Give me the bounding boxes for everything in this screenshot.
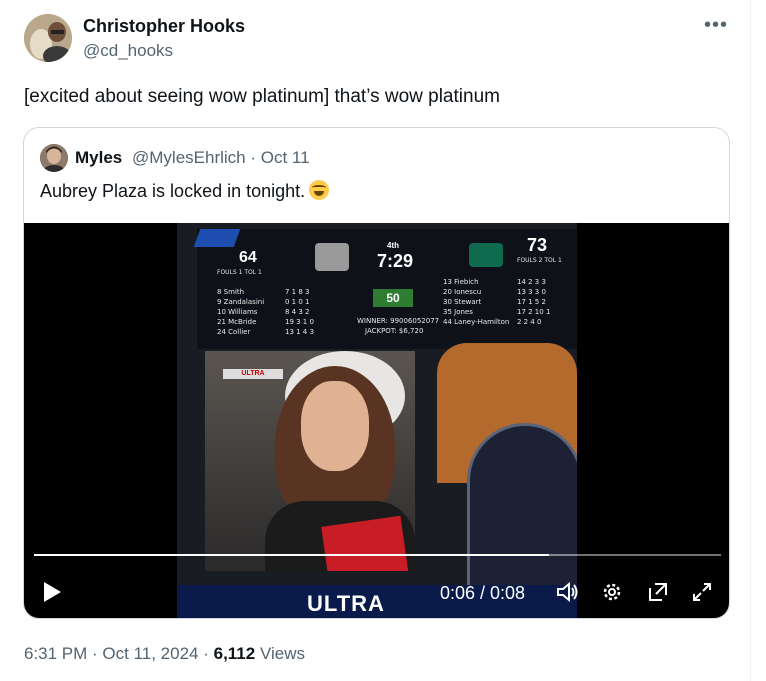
red-book — [321, 515, 409, 571]
scoreboard-corner-banner — [193, 229, 241, 247]
video-player[interactable]: 64 4th 7:29 73 FOULS 1 TOL 1 FOULS 2 TOL… — [24, 223, 729, 618]
period: 4th — [387, 241, 399, 250]
away-score: 73 — [527, 235, 548, 255]
pop-out-icon[interactable] — [647, 581, 669, 608]
quoted-author-name[interactable]: Myles — [75, 148, 122, 168]
quoted-author-handle-date[interactable]: @MylesEhrlich · Oct 11 — [132, 148, 310, 168]
quoted-tweet[interactable]: Myles @MylesEhrlich · Oct 11 Aubrey Plaz… — [23, 127, 730, 619]
avatar-photo — [24, 14, 72, 62]
home-player-name: 10 Williams — [217, 308, 258, 316]
volume-icon[interactable] — [556, 581, 580, 608]
fullscreen-icon[interactable] — [691, 581, 713, 608]
jumbotron-ad-logo: ULTRA — [223, 369, 283, 379]
quoted-tweet-text-content: Aubrey Plaza is locked in tonight. — [40, 181, 306, 201]
home-player-stat: 0 1 0 1 — [285, 298, 310, 306]
author-handle[interactable]: @cd_hooks — [83, 41, 173, 61]
home-player-name: 21 McBride — [217, 318, 257, 326]
scoreboard: 64 4th 7:29 73 FOULS 1 TOL 1 FOULS 2 TOL… — [193, 229, 577, 349]
home-score: 64 — [239, 249, 257, 266]
author-name[interactable]: Christopher Hooks — [83, 16, 245, 37]
away-player-name: 44 Laney-Hamilton — [443, 318, 510, 326]
home-fouls: FOULS 1 TOL 1 — [217, 269, 262, 276]
home-player-stat: 13 1 4 3 — [285, 328, 314, 336]
away-player-stat: 2 2 4 0 — [517, 318, 542, 326]
quoted-author-avatar[interactable] — [40, 144, 68, 172]
home-player-stats: 7 1 8 3 0 1 0 1 8 4 3 2 19 3 1 0 13 1 4 3 — [285, 287, 314, 337]
away-player-stats: 14 2 3 3 13 3 3 0 17 1 5 2 17 2 10 1 2 2 4 0 — [517, 277, 550, 327]
quoted-avatar-photo — [40, 144, 68, 172]
away-player-name: 20 Ionescu — [443, 288, 482, 296]
center-banner: 50 — [373, 289, 413, 307]
home-player-stat: 7 1 8 3 — [285, 288, 310, 296]
home-player-stat: 19 3 1 0 — [285, 318, 314, 326]
tweet-timestamp[interactable]: 6:31 PM · Oct 11, 2024 · — [24, 644, 214, 663]
quoted-tweet-text: Aubrey Plaza is locked in tonight. — [40, 180, 330, 202]
tweet-text: [excited about seeing wow platinum] that… — [24, 86, 500, 107]
video-frame: 64 4th 7:29 73 FOULS 1 TOL 1 FOULS 2 TOL… — [177, 223, 577, 618]
tweet-footer: 6:31 PM · Oct 11, 2024 · 6,112 Views — [24, 644, 305, 664]
winner-text: WINNER: 99006052077 — [357, 317, 440, 325]
away-player-list: 13 Fiebich 20 Ionescu 30 Stewart 35 Jones 44… — [443, 277, 509, 327]
views-label: Views — [255, 644, 305, 663]
jackpot-text: JACKPOT: $6,720 — [365, 327, 424, 335]
away-player-stat: 13 3 3 0 — [517, 288, 546, 296]
away-player-stat: 17 2 10 1 — [517, 308, 551, 316]
away-team-logo — [469, 243, 503, 267]
views-count: 6,112 — [213, 644, 256, 663]
away-fouls: FOULS 2 TOL 1 — [517, 257, 562, 264]
away-player-stat: 17 1 5 2 — [517, 298, 546, 306]
game-clock: 7:29 — [377, 251, 414, 271]
video-progress-fill — [34, 554, 550, 556]
home-player-name: 8 Smith — [217, 288, 245, 296]
home-player-name: 24 Collier — [217, 328, 251, 336]
face — [301, 381, 369, 471]
video-time: 0:06 / 0:08 — [440, 583, 526, 603]
settings-gear-icon[interactable] — [601, 581, 623, 608]
video-progress-bar[interactable] — [34, 554, 721, 556]
jumbotron-screen: ULTRA — [205, 351, 415, 571]
home-player-list: 8 Smith 9 Zandalasini 10 Williams 21 McBrid… — [217, 287, 264, 337]
author-avatar[interactable] — [24, 14, 72, 62]
ad-strip-text: ULTRA — [307, 591, 385, 616]
more-options-icon[interactable]: ••• — [704, 14, 728, 37]
stadium-chair — [467, 423, 577, 589]
home-team-logo — [315, 243, 349, 271]
column-border — [750, 0, 751, 681]
home-player-stat: 8 4 3 2 — [285, 308, 310, 316]
away-player-name: 35 Jones — [443, 308, 473, 316]
away-player-stat: 14 2 3 3 — [517, 278, 546, 286]
play-icon[interactable] — [42, 581, 62, 608]
home-player-name: 9 Zandalasini — [217, 298, 265, 306]
away-player-name: 13 Fiebich — [443, 278, 479, 286]
rolling-laughing-emoji-icon — [309, 180, 330, 200]
away-player-name: 30 Stewart — [443, 298, 482, 306]
